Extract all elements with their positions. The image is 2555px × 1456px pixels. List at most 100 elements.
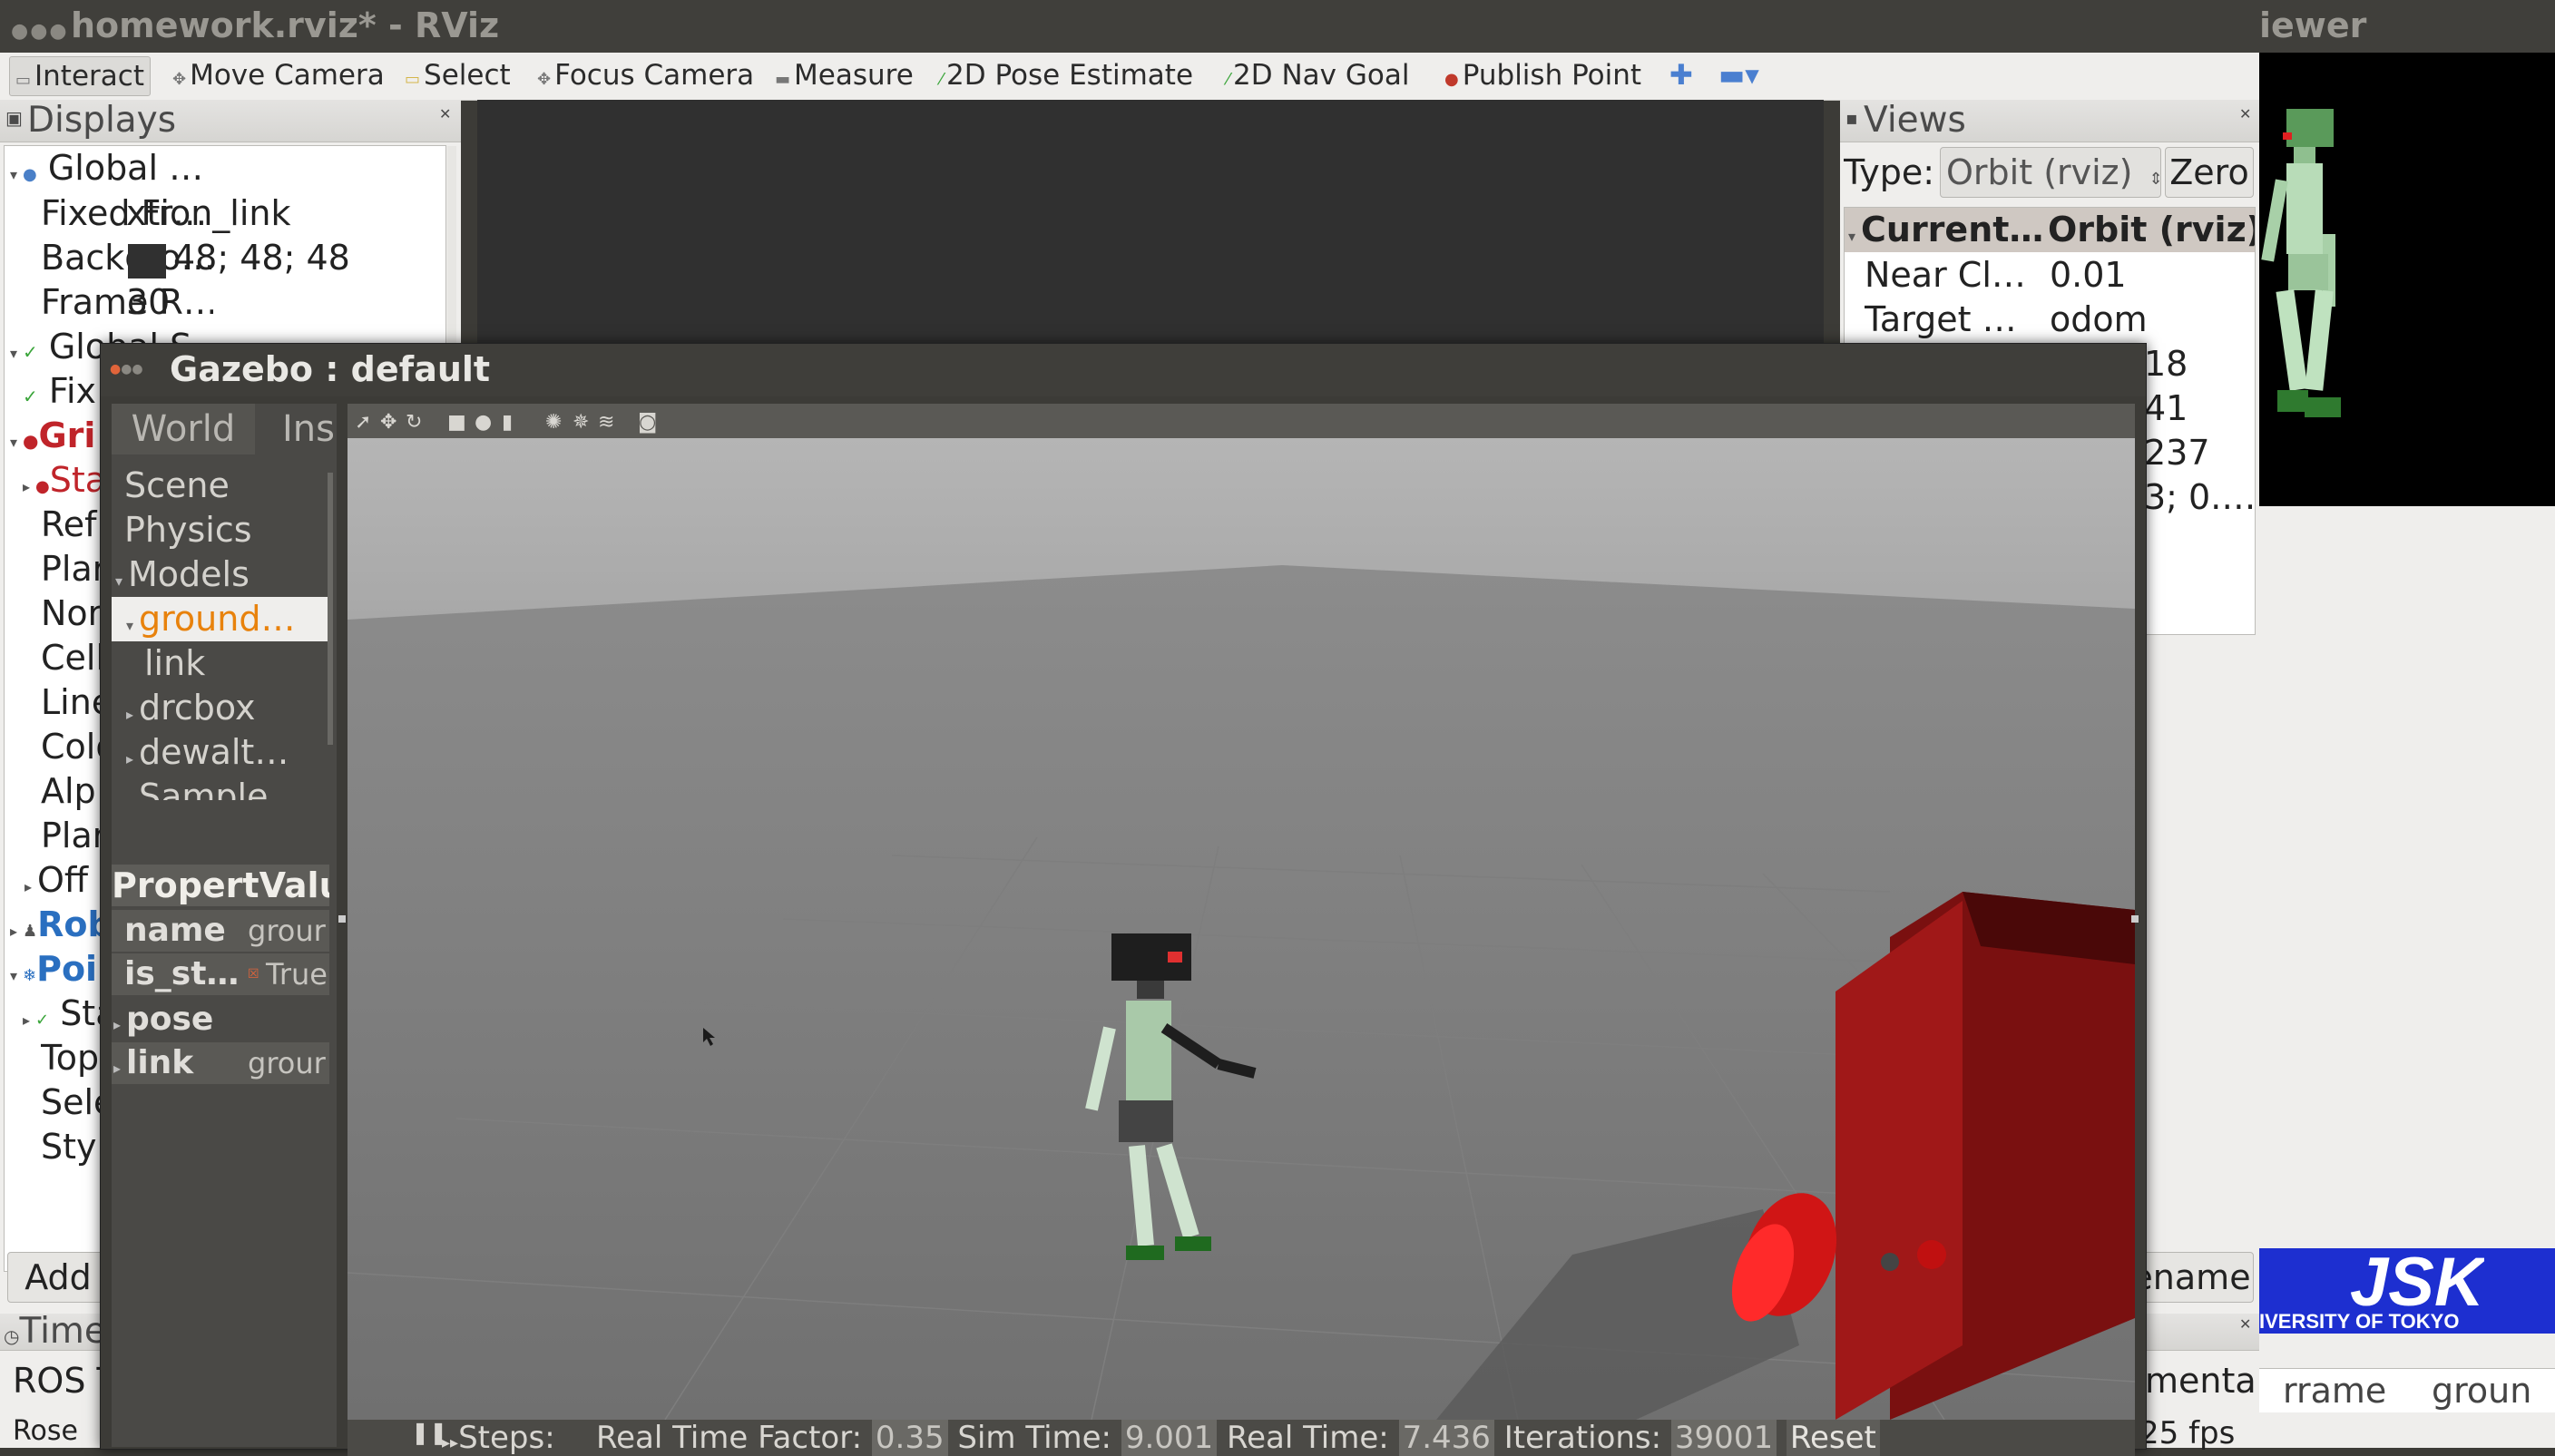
- rename-button[interactable]: ename: [2129, 1252, 2254, 1303]
- checkbox-icon[interactable]: ☒: [248, 953, 259, 995]
- point-light-icon[interactable]: ✺: [545, 411, 562, 434]
- remove-tool-button[interactable]: ▬▾: [1713, 56, 1765, 94]
- chevron-right-icon: ▸: [24, 878, 33, 895]
- camera-icon[interactable]: ◙: [638, 411, 657, 434]
- display-row-grid[interactable]: ▾ ●Gri: [10, 414, 110, 458]
- arrow-cursor-icon[interactable]: ➚: [355, 411, 371, 434]
- property-row[interactable]: ▸ link grour: [112, 1042, 329, 1084]
- displays-header: ▣ Displays ✕: [0, 100, 461, 142]
- add-tool-button[interactable]: ✚: [1664, 56, 1698, 94]
- display-row[interactable]: ▾ ● Global …: [10, 146, 219, 191]
- tree-item-models[interactable]: ▾ Models: [115, 552, 324, 597]
- iterations-value: 39001: [1670, 1420, 1777, 1456]
- tab-world[interactable]: World: [112, 404, 255, 454]
- chevron-right-icon: ▸: [113, 1060, 122, 1077]
- minus-icon: ▬▾: [1718, 59, 1759, 92]
- reset-button[interactable]: Reset: [1786, 1420, 1880, 1456]
- translate-icon[interactable]: ✥: [380, 411, 396, 434]
- viewer-panel: JSK IVERSITY OF TOKYO rrame groun: [2259, 506, 2555, 1448]
- tool-2d-pose-estimate[interactable]: ⁄ 2D Pose Estimate: [935, 56, 1199, 94]
- splitter-handle[interactable]: [338, 915, 346, 923]
- zero-button[interactable]: Zero: [2165, 147, 2254, 198]
- view-prop-row[interactable]: Target …: [1865, 298, 2046, 342]
- views-panel-icon: ▪: [1845, 107, 1858, 129]
- plus-icon: ✚: [1669, 59, 1693, 92]
- tool-move-camera[interactable]: ✥ Move Camera: [167, 56, 390, 94]
- error-icon: ●: [23, 430, 39, 452]
- tool-interact[interactable]: ▭ Interact: [9, 56, 151, 96]
- cylinder-icon[interactable]: ▮: [502, 411, 513, 434]
- current-view-row[interactable]: ▾ Current… Orbit (rviz): [1845, 208, 2255, 252]
- status-values: Real Time Factor: 0.35 Sim Time: 9.001 R…: [596, 1420, 1880, 1456]
- view-prop-value[interactable]: odom: [2050, 298, 2249, 342]
- camera-image: [2259, 53, 2555, 506]
- box-icon[interactable]: ■: [447, 411, 466, 434]
- add-display-button[interactable]: Add: [7, 1252, 109, 1303]
- display-value[interactable]: 48; 48; 48: [173, 236, 445, 280]
- points-icon: ❄: [23, 966, 37, 985]
- tree-item-physics[interactable]: Physics: [124, 508, 324, 552]
- display-value[interactable]: 30: [126, 280, 444, 325]
- check-icon: ✓: [35, 1011, 50, 1030]
- chevron-right-icon: ▸: [23, 478, 31, 495]
- close-icon[interactable]: ✕: [439, 105, 451, 122]
- property-row[interactable]: name grour: [112, 910, 329, 952]
- jsk-logo-text: JSK: [2350, 1248, 2484, 1317]
- fps-label: 25 fps: [2139, 1415, 2236, 1451]
- displays-title: Displays: [27, 100, 177, 141]
- gazebo-scene: [348, 438, 2135, 1420]
- tab-insert[interactable]: Ins: [271, 404, 348, 454]
- property-row[interactable]: is_st… ☒ True: [112, 953, 329, 995]
- tree-item-sample[interactable]: ▸Sample…: [126, 775, 326, 800]
- close-icon[interactable]: ✕: [2239, 1315, 2251, 1333]
- reset-label: Rose: [13, 1415, 78, 1447]
- display-row-points[interactable]: ▾ ❄Poi: [10, 947, 110, 992]
- view-prop-value[interactable]: 237: [2144, 431, 2253, 475]
- view-prop-value[interactable]: 3; 0.…: [2144, 475, 2253, 520]
- tool-publish-point[interactable]: ● Publish Point: [1439, 56, 1647, 94]
- display-row-robot[interactable]: ▸ ♟Rob: [10, 903, 110, 947]
- ros-time-label: ROS T: [13, 1361, 103, 1401]
- view-prop-value[interactable]: 18: [2144, 342, 2253, 386]
- view-prop-row[interactable]: Near Cl…: [1865, 253, 2046, 298]
- tree-item-link[interactable]: link: [144, 641, 326, 686]
- color-swatch[interactable]: [128, 244, 166, 278]
- property-row[interactable]: ▸ pose: [112, 999, 329, 1041]
- view-prop-value[interactable]: 0.01: [2050, 253, 2249, 298]
- gazebo-3d-view[interactable]: ➚ ✥ ↻ ■ ● ▮ ✺ ✵ ≋ ◙ ❚❚ ▸▸Steps: Real Tim…: [348, 404, 2135, 1456]
- display-value[interactable]: xtion_link: [126, 191, 444, 236]
- window-controls[interactable]: ●●●: [11, 20, 69, 43]
- viewer-title-bar: iewer: [2259, 0, 2555, 53]
- updown-icon: ⇕: [2149, 170, 2160, 189]
- close-icon[interactable]: ✕: [2239, 105, 2251, 122]
- tree-item-ground-plane[interactable]: ▾ ground…: [112, 597, 329, 641]
- rtf-value: 0.35: [871, 1420, 948, 1456]
- view-prop-value[interactable]: 41: [2144, 386, 2253, 431]
- tree-item-dewalt[interactable]: ▸ dewalt…: [126, 730, 326, 775]
- tool-select[interactable]: ▭ Select: [399, 56, 516, 94]
- chevron-down-icon: ▾: [10, 166, 18, 183]
- directional-light-icon[interactable]: ≋: [598, 411, 614, 434]
- spot-light-icon[interactable]: ✵: [573, 411, 589, 434]
- viewer-window-title: iewer: [2259, 5, 2367, 45]
- scrollbar[interactable]: [328, 473, 333, 745]
- tool-measure[interactable]: ▬ Measure: [769, 56, 919, 94]
- window-controls[interactable]: ●●●: [110, 362, 143, 376]
- rotate-icon[interactable]: ↻: [406, 411, 422, 434]
- tree-item-scene[interactable]: Scene: [124, 464, 324, 508]
- chevron-down-icon: ▾: [126, 617, 134, 634]
- view-type-select[interactable]: Orbit (rviz) ⇕: [1940, 147, 2161, 198]
- chevron-down-icon: ▾: [10, 434, 18, 451]
- rviz-3d-view[interactable]: [477, 100, 1824, 345]
- tool-2d-nav-goal[interactable]: ⁄ 2D Nav Goal: [1221, 56, 1415, 94]
- robot-camera-image: [2261, 109, 2341, 417]
- move-camera-icon: ✥: [172, 70, 187, 89]
- world-tree[interactable]: Scene Physics ▾ Models ▾ ground… link ▸ drc…: [112, 464, 337, 850]
- check-icon: ✓: [23, 341, 38, 363]
- splitter-handle[interactable]: [2131, 915, 2139, 923]
- select-icon: ▭: [405, 70, 421, 89]
- tree-item-drcbox[interactable]: ▸ drcbox: [126, 686, 326, 730]
- sphere-icon[interactable]: ●: [475, 411, 492, 434]
- tool-focus-camera[interactable]: ✥ Focus Camera: [532, 56, 759, 94]
- gazebo-window-title: Gazebo : default: [170, 349, 491, 389]
